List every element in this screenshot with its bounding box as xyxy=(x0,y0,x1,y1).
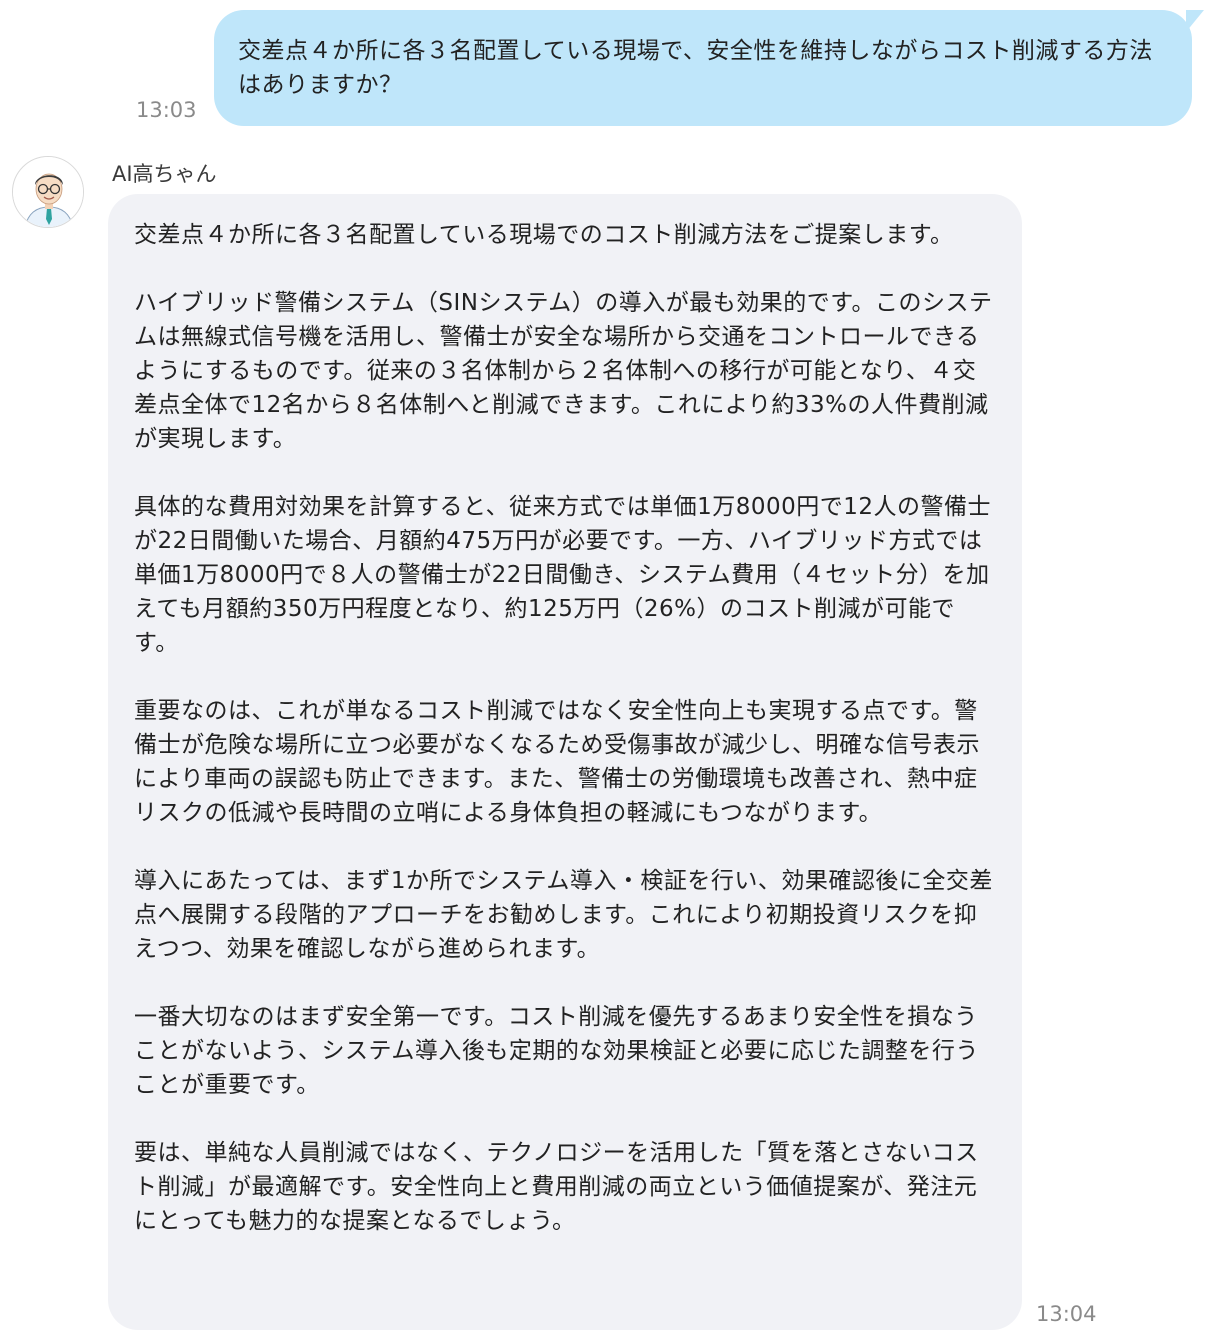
user-message-timestamp: 13:03 xyxy=(136,98,197,122)
bot-sender-name: AI高ちゃん xyxy=(112,162,217,186)
bot-message-paragraph: 具体的な費用対効果を計算すると、従来方式では単価1万8000円で12人の警備士が… xyxy=(134,494,992,656)
bot-message-paragraph: ハイブリッド警備システム（SINシステム）の導入が最も効果的です。このシステムは… xyxy=(134,290,993,452)
bot-message-bubble[interactable]: 交差点４か所に各３名配置している現場でのコスト削減方法をご提案します。 ハイブリ… xyxy=(108,194,1022,1330)
bot-message-paragraph: 交差点４か所に各３名配置している現場でのコスト削減方法をご提案します。 xyxy=(134,222,954,248)
bot-message-paragraph: 一番大切なのはまず安全第一です。コスト削減を優先するあまり安全性を損なうことがな… xyxy=(134,1004,979,1098)
user-message: 交差点４か所に各３名配置している現場で、安全性を維持しながらコスト削減する方法は… xyxy=(214,10,1204,126)
bot-message-timestamp: 13:04 xyxy=(1036,1302,1097,1326)
bot-avatar[interactable] xyxy=(12,156,84,228)
chat-thread: 交差点４か所に各３名配置している現場で、安全性を維持しながらコスト削減する方法は… xyxy=(0,0,1214,1344)
bot-message-paragraph: 導入にあたっては、まず1か所でシステム導入・検証を行い、効果確認後に全交差点へ展… xyxy=(134,868,993,962)
bot-message-paragraph: 要は、単純な人員削減ではなく、テクノロジーを活用した「質を落とさないコスト削減」… xyxy=(134,1140,979,1234)
bot-message-paragraph: 重要なのは、これが単なるコスト削減ではなく安全性向上も実現する点です。警備士が危… xyxy=(134,698,980,826)
user-message-bubble[interactable]: 交差点４か所に各３名配置している現場で、安全性を維持しながらコスト削減する方法は… xyxy=(214,10,1204,126)
person-with-glasses-avatar-icon xyxy=(13,157,83,227)
